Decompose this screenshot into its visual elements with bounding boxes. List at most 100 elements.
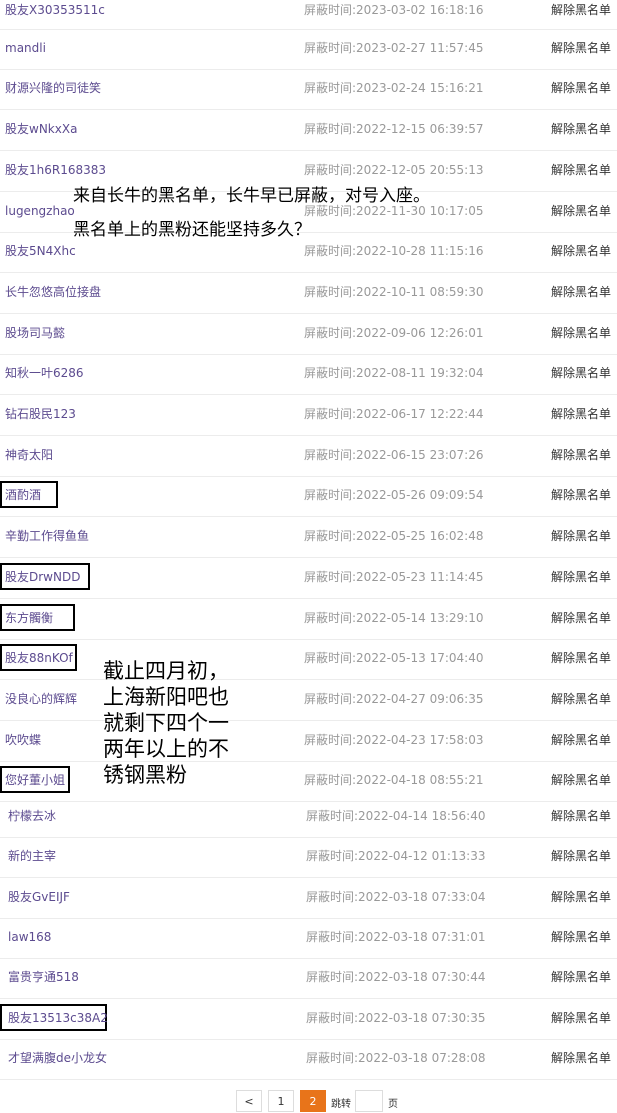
unblock-button[interactable]: 解除黑名单 (551, 691, 611, 707)
unblock-button[interactable]: 解除黑名单 (551, 80, 611, 96)
prev-page-button[interactable]: < (236, 1090, 262, 1112)
unblock-button[interactable]: 解除黑名单 (551, 1010, 611, 1026)
username-link[interactable]: 才望满腹de小龙女 (8, 1050, 107, 1066)
username-link[interactable]: 新的主宰 (8, 848, 56, 864)
unblock-button[interactable]: 解除黑名单 (551, 121, 611, 137)
block-time-value: 2022-06-15 23:07:26 (356, 448, 484, 462)
unblock-button[interactable]: 解除黑名单 (551, 2, 611, 18)
unblock-button[interactable]: 解除黑名单 (551, 848, 611, 864)
username-link[interactable]: 财源兴隆的司徒笑 (5, 80, 101, 96)
block-time-label: 屏蔽时间: (306, 970, 359, 984)
block-time-label: 屏蔽时间: (304, 285, 357, 299)
list-item: 长牛忽悠高位接盘 屏蔽时间:2022-10-11 08:59:30 解除黑名单 (0, 274, 617, 314)
unblock-button[interactable]: 解除黑名单 (551, 929, 611, 945)
block-time-value: 2022-06-17 12:22:44 (356, 407, 484, 421)
list-item: 股友DrwNDD 屏蔽时间:2022-05-23 11:14:45 解除黑名单 (0, 559, 617, 599)
username-link[interactable]: law168 (8, 929, 51, 945)
block-time-value: 2022-05-13 17:04:40 (356, 651, 484, 665)
unblock-button[interactable]: 解除黑名单 (551, 808, 611, 824)
unblock-button[interactable]: 解除黑名单 (551, 1050, 611, 1066)
username-link[interactable]: 股友GvEIJF (8, 889, 70, 905)
block-time-label: 屏蔽时间: (304, 407, 357, 421)
unblock-button[interactable]: 解除黑名单 (551, 243, 611, 259)
unblock-button[interactable]: 解除黑名单 (551, 610, 611, 626)
username-link[interactable]: 股友X30353511c (5, 2, 105, 18)
username-link[interactable]: 股场司马懿 (5, 325, 65, 341)
annotation-side-line3: 就剩下四个一 (103, 711, 229, 735)
unblock-button[interactable]: 解除黑名单 (551, 969, 611, 985)
username-link[interactable]: 股友5N4Xhc (5, 243, 76, 259)
unblock-button[interactable]: 解除黑名单 (551, 487, 611, 503)
block-time-label: 屏蔽时间: (304, 570, 357, 584)
block-time: 屏蔽时间:2022-03-18 07:28:08 (306, 1050, 486, 1066)
unblock-button[interactable]: 解除黑名单 (551, 365, 611, 381)
username-link[interactable]: 知秋一叶6286 (5, 365, 84, 381)
block-time-value: 2022-04-23 17:58:03 (356, 733, 484, 747)
unblock-button[interactable]: 解除黑名单 (551, 732, 611, 748)
block-time: 屏蔽时间:2022-04-18 08:55:21 (304, 772, 484, 788)
unblock-button[interactable]: 解除黑名单 (551, 889, 611, 905)
unblock-button[interactable]: 解除黑名单 (551, 284, 611, 300)
unblock-button[interactable]: 解除黑名单 (551, 162, 611, 178)
username-link[interactable]: 股友wNkxXa (5, 121, 77, 137)
unblock-button[interactable]: 解除黑名单 (551, 447, 611, 463)
page-1-button[interactable]: 1 (268, 1090, 294, 1112)
username-link[interactable]: 股友1h6R168383 (5, 162, 106, 178)
username-link[interactable]: 长牛忽悠高位接盘 (5, 284, 101, 300)
username-link[interactable]: 辛勤工作得鱼鱼 (5, 528, 89, 544)
unblock-button[interactable]: 解除黑名单 (551, 772, 611, 788)
username-link[interactable]: 股友88nKOf (5, 650, 73, 666)
unblock-button[interactable]: 解除黑名单 (551, 569, 611, 585)
unblock-button[interactable]: 解除黑名单 (551, 406, 611, 422)
username-link[interactable]: 东方髑衡 (5, 610, 53, 626)
list-item: mandli 屏蔽时间:2023-02-27 11:57:45 解除黑名单 (0, 30, 617, 70)
list-item: 钻石股民123 屏蔽时间:2022-06-17 12:22:44 解除黑名单 (0, 396, 617, 436)
username-link[interactable]: 富贵亨通518 (8, 969, 79, 985)
username-link[interactable]: 股友DrwNDD (5, 569, 80, 585)
list-item: 新的主宰 屏蔽时间:2022-04-12 01:13:33 解除黑名单 (0, 838, 617, 878)
block-time-value: 2023-03-02 16:18:16 (356, 3, 484, 17)
unblock-button[interactable]: 解除黑名单 (551, 650, 611, 666)
annotation-top: 来自长牛的黑名单，长牛早已屏蔽，对号入座。 黑名单上的黑粉还能坚持多久？ (73, 179, 430, 247)
list-item: 股友13513c38A2 屏蔽时间:2022-03-18 07:30:35 解除黑名… (0, 1000, 617, 1040)
page-jump-input[interactable] (355, 1090, 383, 1112)
username-link[interactable]: mandli (5, 40, 46, 56)
username-link[interactable]: 您好董小姐 (5, 772, 65, 788)
username-link[interactable]: 柠檬去冰 (8, 808, 56, 824)
username-link[interactable]: 酒酌酒 (5, 487, 41, 503)
block-time: 屏蔽时间:2023-03-02 16:18:16 (304, 2, 484, 18)
unblock-button[interactable]: 解除黑名单 (551, 325, 611, 341)
annotation-side-line1: 截止四月初， (103, 659, 229, 683)
block-time-value: 2022-03-18 07:30:44 (358, 970, 486, 984)
block-time: 屏蔽时间:2022-04-23 17:58:03 (304, 732, 484, 748)
block-time-label: 屏蔽时间: (304, 3, 357, 17)
username-link[interactable]: 神奇太阳 (5, 447, 53, 463)
username-link[interactable]: 钻石股民123 (5, 406, 76, 422)
block-time-label: 屏蔽时间: (304, 41, 357, 55)
block-time-label: 屏蔽时间: (306, 1051, 359, 1065)
list-item: 知秋一叶6286 屏蔽时间:2022-08-11 19:32:04 解除黑名单 (0, 355, 617, 395)
block-time-value: 2022-03-18 07:33:04 (358, 890, 486, 904)
list-item: 吹吹蝶 屏蔽时间:2022-04-23 17:58:03 解除黑名单 (0, 722, 617, 762)
block-time-value: 2022-03-18 07:30:35 (358, 1011, 486, 1025)
annotation-top-line1: 来自长牛的黑名单，长牛早已屏蔽，对号入座。 (73, 186, 430, 206)
block-time-label: 屏蔽时间: (304, 448, 357, 462)
username-link[interactable]: 股友13513c38A2 (8, 1010, 108, 1026)
unblock-button[interactable]: 解除黑名单 (551, 528, 611, 544)
list-item: 财源兴隆的司徒笑 屏蔽时间:2023-02-24 15:16:21 解除黑名单 (0, 70, 617, 110)
block-time-label: 屏蔽时间: (306, 849, 359, 863)
annotation-side-line2: 上海新阳吧也 (103, 685, 229, 709)
list-item: 酒酌酒 屏蔽时间:2022-05-26 09:09:54 解除黑名单 (0, 477, 617, 517)
list-item: 股场司马懿 屏蔽时间:2022-09-06 12:26:01 解除黑名单 (0, 315, 617, 355)
unblock-button[interactable]: 解除黑名单 (551, 203, 611, 219)
block-time: 屏蔽时间:2022-03-18 07:33:04 (306, 889, 486, 905)
username-link[interactable]: 没良心的辉辉 (5, 691, 77, 707)
block-time: 屏蔽时间:2022-09-06 12:26:01 (304, 325, 484, 341)
list-item: 富贵亨通518 屏蔽时间:2022-03-18 07:30:44 解除黑名单 (0, 959, 617, 999)
block-time-value: 2022-03-18 07:31:01 (358, 930, 486, 944)
unblock-button[interactable]: 解除黑名单 (551, 40, 611, 56)
username-link[interactable]: 吹吹蝶 (5, 732, 41, 748)
page-2-button[interactable]: 2 (300, 1090, 326, 1112)
username-link[interactable]: lugengzhao (5, 203, 75, 219)
block-time: 屏蔽时间:2022-04-27 09:06:35 (304, 691, 484, 707)
